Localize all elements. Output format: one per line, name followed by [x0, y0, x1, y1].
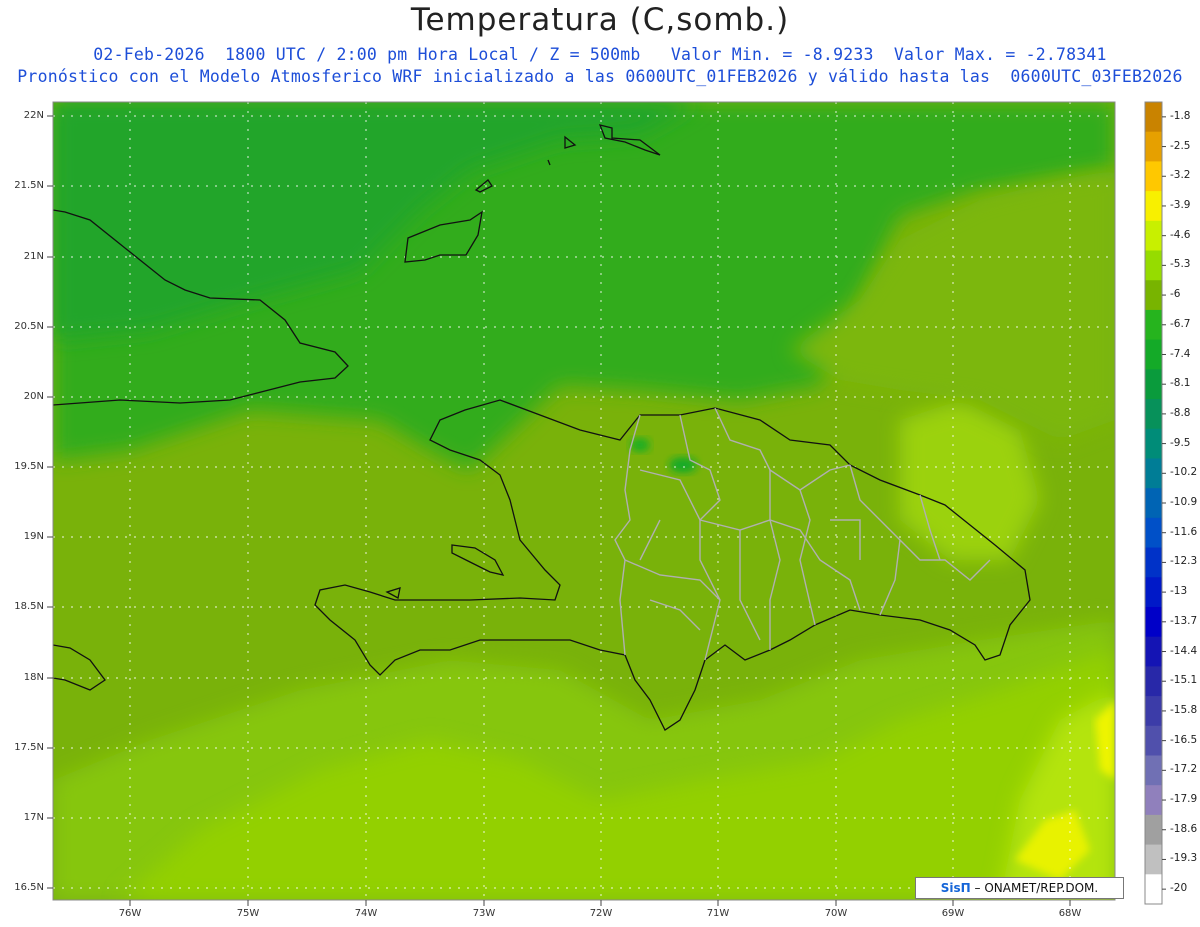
colorbar-label: -19.3 [1170, 852, 1198, 865]
lat-label: 20N [23, 391, 44, 402]
colorbar-swatch [1145, 102, 1162, 133]
colorbar-label: -9.5 [1170, 436, 1191, 449]
colorbar-swatch [1145, 428, 1162, 459]
lon-label: 76W [118, 908, 142, 919]
colorbar-label: -1.8 [1170, 109, 1191, 122]
lat-label: 20.5N [14, 321, 44, 332]
credit-text: – ONAMET/REP.DOM. [970, 881, 1099, 895]
lon-label: 69W [941, 908, 965, 919]
colorbar-label: -17.9 [1170, 793, 1198, 805]
colorbar-label: -10.9 [1170, 496, 1198, 508]
lat-label: 19N [23, 531, 44, 542]
colorbar-swatch [1145, 488, 1162, 519]
colorbar-swatch [1145, 339, 1162, 370]
lon-label: 74W [354, 908, 378, 919]
colorbar-swatch [1145, 725, 1162, 756]
colorbar-label: -3.9 [1170, 199, 1191, 211]
colorbar-label: -16.5 [1170, 733, 1198, 746]
colorbar-label: -17.2 [1170, 763, 1198, 776]
lon-label: 70W [824, 908, 848, 919]
colorbar-label: -10.2 [1170, 466, 1198, 479]
colorbar-label: -15.1 [1170, 674, 1198, 687]
colorbar-swatch [1145, 636, 1162, 667]
colorbar-label: -15.8 [1170, 703, 1198, 716]
temperature-field [53, 102, 1115, 900]
colorbar-swatch [1145, 280, 1162, 311]
temperature-map [47, 101, 1166, 906]
colorbar-swatch [1145, 131, 1162, 162]
lat-label: 21N [23, 251, 44, 262]
colorbar-swatch [1145, 785, 1162, 816]
credit-box: SisΠ – ONAMET/REP.DOM. [915, 877, 1124, 899]
colorbar-label: -8.8 [1170, 406, 1191, 419]
colorbar-swatch [1145, 250, 1162, 281]
colorbar-label: -20 [1170, 882, 1188, 895]
colorbar-swatch [1145, 191, 1162, 222]
lat-label: 22N [23, 110, 44, 121]
lon-label: 73W [472, 908, 496, 919]
colorbar-swatch [1145, 755, 1162, 786]
colorbar-label: -11.6 [1170, 525, 1198, 538]
colorbar-label: -18.6 [1170, 822, 1198, 835]
colorbar-swatch [1145, 458, 1162, 489]
colorbar-label: -8.1 [1170, 377, 1191, 390]
colorbar-swatch [1145, 844, 1162, 875]
colorbar-label: -13 [1170, 585, 1188, 598]
colorbar-swatch [1145, 309, 1162, 341]
lat-label: 18N [23, 672, 44, 683]
colorbar-label: -12.3 [1170, 555, 1198, 568]
colorbar-swatch [1145, 369, 1162, 400]
lat-label: 17.5N [14, 742, 44, 753]
colorbar-label: -5.3 [1170, 258, 1191, 271]
colorbar-label: -13.7 [1170, 614, 1198, 627]
colorbar-swatch [1145, 666, 1162, 697]
lon-label: 75W [236, 908, 260, 919]
colorbar-label: -6.7 [1170, 317, 1191, 330]
lat-label: 21.5N [14, 180, 44, 191]
colorbar-swatch [1145, 814, 1162, 846]
colorbar-swatch [1145, 874, 1162, 905]
colorbar-swatch [1145, 220, 1162, 252]
colorbar [1144, 101, 1166, 905]
colorbar-label: -3.2 [1170, 169, 1191, 182]
lon-label: 71W [706, 908, 730, 919]
lat-label: 18.5N [14, 601, 44, 612]
lat-label: 16.5N [14, 882, 44, 893]
lon-label: 72W [589, 908, 613, 919]
lat-label: 19.5N [14, 461, 44, 472]
colorbar-label: -6 [1170, 288, 1181, 301]
colorbar-swatch [1145, 547, 1162, 578]
colorbar-label: -2.5 [1170, 139, 1191, 152]
lat-label: 17N [23, 812, 44, 823]
lon-label: 68W [1058, 908, 1082, 919]
colorbar-swatch [1145, 161, 1162, 192]
colorbar-swatch [1145, 577, 1162, 608]
colorbar-swatch [1145, 606, 1162, 638]
sispi-logo-text: SisΠ [940, 881, 971, 895]
colorbar-swatch [1145, 517, 1162, 549]
colorbar-label: -4.6 [1170, 228, 1191, 241]
colorbar-swatch [1145, 696, 1162, 727]
colorbar-swatch [1145, 399, 1162, 430]
colorbar-label: -14.4 [1170, 644, 1198, 657]
colorbar-label: -7.4 [1170, 347, 1191, 360]
